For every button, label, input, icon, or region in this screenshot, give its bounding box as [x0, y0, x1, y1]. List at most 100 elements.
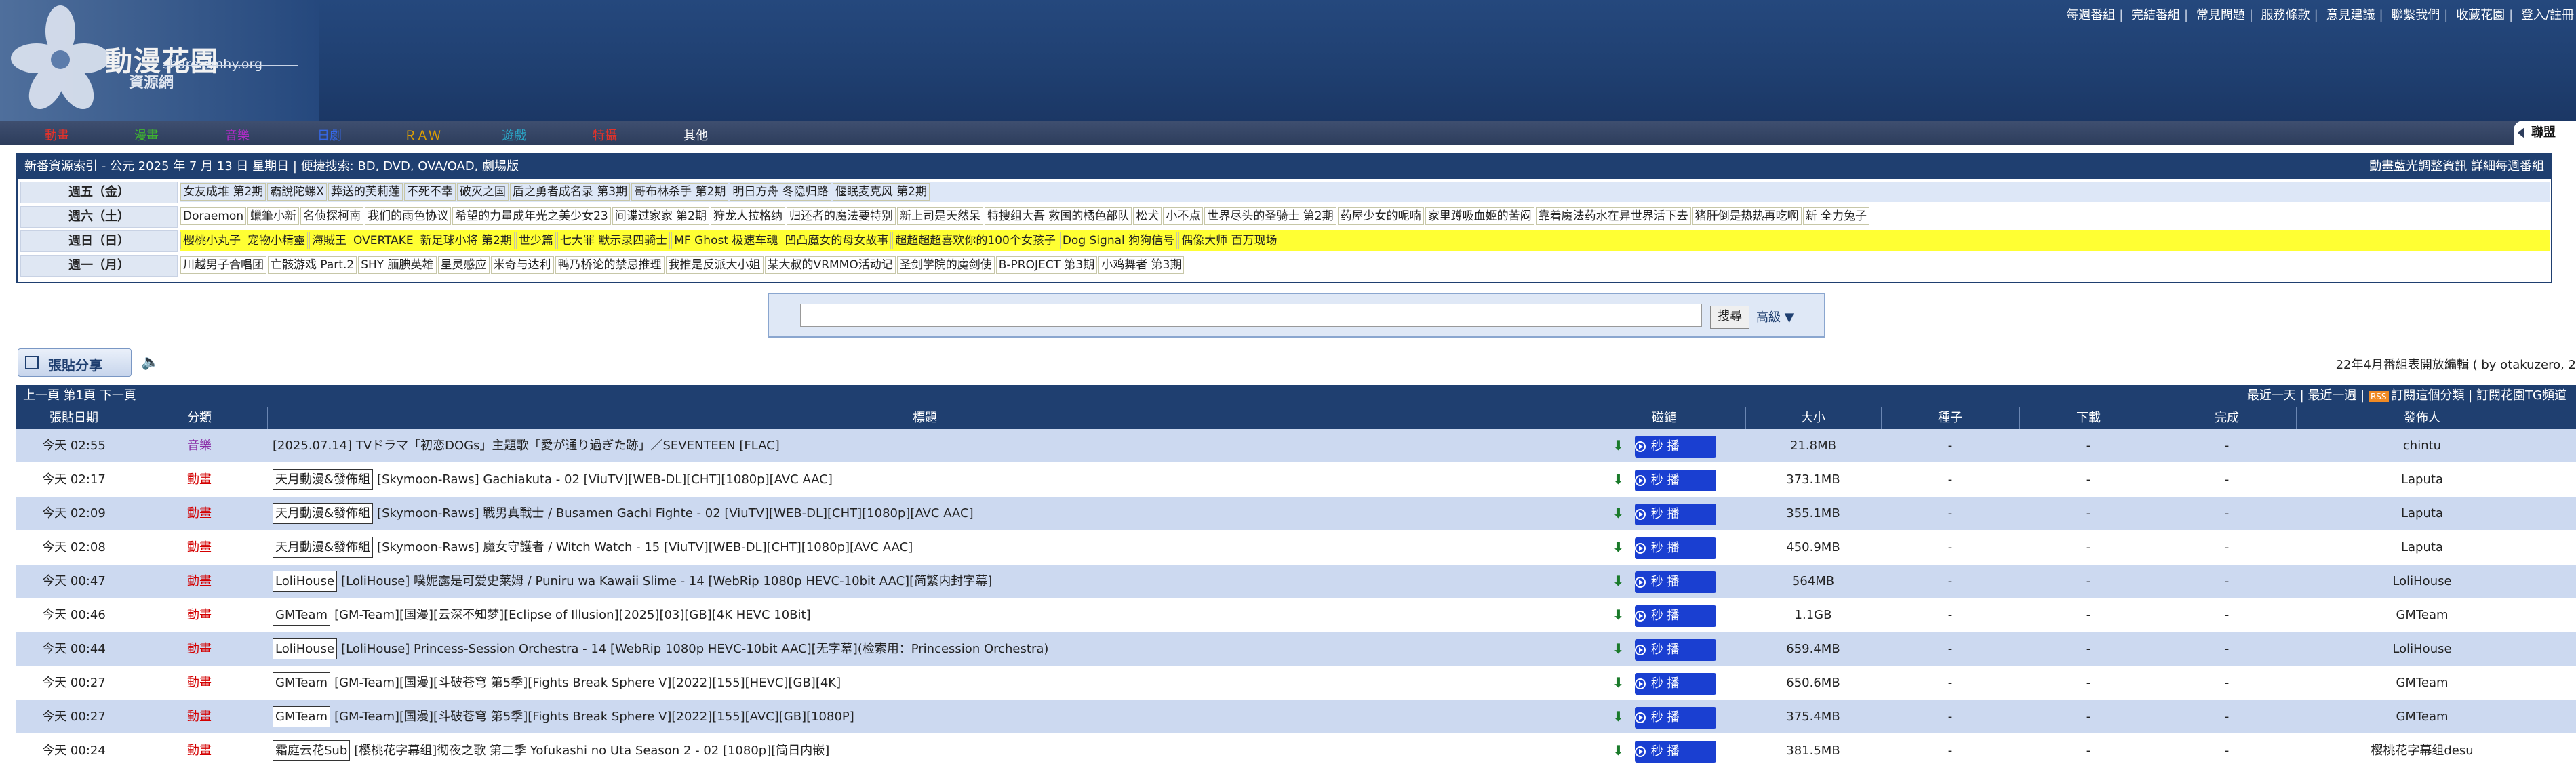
- team-tag[interactable]: GMTeam: [273, 706, 331, 727]
- category-link[interactable]: 動畫: [132, 598, 267, 632]
- magnet-download-icon[interactable]: ⬇: [1612, 742, 1624, 758]
- schedule-header-text[interactable]: 新番資源索引 - 公元 2025 年 7 月 13 日 星期日 | 便捷搜索: …: [24, 159, 519, 174]
- schedule-item[interactable]: 海賊王: [309, 232, 349, 249]
- title-link[interactable]: [2025.07.14] TVドラマ「初恋DOGs」主題歌「愛が通り過ぎた跡」／…: [273, 439, 780, 453]
- category-link[interactable]: 動畫: [132, 531, 267, 564]
- instant-play-button[interactable]: 秒 播: [1634, 707, 1716, 729]
- team-tag[interactable]: GMTeam: [273, 672, 331, 693]
- schedule-item[interactable]: 盾之勇者成名录 第3期: [509, 183, 631, 201]
- col-category[interactable]: 分類: [132, 407, 268, 429]
- publisher-link[interactable]: Laputa: [2296, 497, 2548, 530]
- schedule-item[interactable]: SHY 腼腆英雄: [358, 256, 437, 274]
- publisher-link[interactable]: GMTeam: [2296, 700, 2548, 733]
- pager-links[interactable]: 上一頁 第1頁 下一頁: [23, 388, 136, 403]
- title-link[interactable]: [Skymoon-Raws] Gachiakuta - 02 [ViuTV][W…: [377, 472, 833, 487]
- search-input[interactable]: [800, 304, 1702, 327]
- magnet-download-icon[interactable]: ⬇: [1612, 471, 1624, 487]
- title-link[interactable]: [Skymoon-Raws] 魔女守護者 / Witch Watch - 15 …: [377, 540, 913, 554]
- schedule-item[interactable]: 希望的力量成年光之美少女23: [452, 207, 611, 225]
- schedule-item[interactable]: 新足球小将 第2期: [417, 232, 515, 249]
- publisher-link[interactable]: 樱桃花字幕组desu: [2296, 734, 2548, 767]
- publisher-link[interactable]: GMTeam: [2296, 666, 2548, 699]
- schedule-item[interactable]: 药屋少女的呢喃: [1337, 207, 1424, 225]
- magnet-download-icon[interactable]: ⬇: [1612, 505, 1624, 521]
- toplink-bookmark[interactable]: 收藏花園: [2454, 8, 2507, 22]
- schedule-item[interactable]: 松犬: [1133, 207, 1162, 225]
- nav-music[interactable]: 音樂: [225, 126, 250, 144]
- category-link[interactable]: 動畫: [132, 700, 267, 733]
- schedule-item[interactable]: 世界尽头的圣骑士 第2期: [1204, 207, 1336, 225]
- schedule-item[interactable]: 樱桃小丸子: [180, 232, 243, 249]
- schedule-item[interactable]: Dog Signal 狗狗信号: [1059, 232, 1178, 249]
- team-tag[interactable]: 天月動漫&發佈組: [273, 503, 374, 524]
- instant-play-button[interactable]: 秒 播: [1634, 605, 1716, 627]
- title-link[interactable]: [GM-Team][国漫][云深不知梦][Eclipse of Illusion…: [334, 608, 811, 622]
- team-tag[interactable]: 天月動漫&發佈組: [273, 469, 374, 490]
- nav-other[interactable]: 其他: [683, 126, 708, 144]
- instant-play-button[interactable]: 秒 播: [1634, 470, 1716, 491]
- schedule-item[interactable]: 女友成堆 第2期: [180, 183, 266, 201]
- logo[interactable]: 動漫花園 share.dmhy.org 資源網: [0, 0, 319, 121]
- publisher-link[interactable]: LoliHouse: [2296, 632, 2548, 666]
- schedule-item[interactable]: 川越男子合唱团: [180, 256, 266, 274]
- schedule-item[interactable]: 家里蹲吸血姬的苦闷: [1425, 207, 1534, 225]
- category-link[interactable]: 動畫: [132, 734, 267, 767]
- schedule-item[interactable]: OVERTAKE: [351, 232, 416, 249]
- magnet-download-icon[interactable]: ⬇: [1612, 437, 1624, 453]
- toplink-login[interactable]: 登入/註冊: [2519, 8, 2576, 22]
- schedule-item[interactable]: 七大罪 默示录四骑士: [557, 232, 671, 249]
- col-seeds[interactable]: 種子: [1881, 407, 2020, 429]
- subscribe-category[interactable]: 訂閱這個分類: [2392, 388, 2465, 403]
- schedule-item[interactable]: 超超超超喜欢你的100个女孩子: [892, 232, 1058, 249]
- title-link[interactable]: [GM-Team][国漫][斗破苍穹 第5季][Fights Break Sph…: [334, 710, 854, 724]
- publisher-link[interactable]: chintu: [2296, 429, 2548, 462]
- editor-note[interactable]: 22年4月番組表開放編輯 ( by otakuzero, 2: [2336, 355, 2576, 373]
- instant-play-button[interactable]: 秒 播: [1634, 639, 1716, 661]
- category-link[interactable]: 動畫: [132, 666, 267, 699]
- schedule-item[interactable]: 新上司是天然呆: [896, 207, 983, 225]
- schedule-item[interactable]: 蠟筆小新: [247, 207, 300, 225]
- category-link[interactable]: 動畫: [132, 497, 267, 530]
- title-link[interactable]: [Skymoon-Raws] 戰男真戰士 / Busamen Gachi Fig…: [377, 506, 974, 521]
- instant-play-button[interactable]: 秒 播: [1634, 504, 1716, 525]
- schedule-item[interactable]: 凹凸魔女的母女故事: [782, 232, 892, 249]
- speaker-icon[interactable]: 🔈: [141, 354, 159, 371]
- team-tag[interactable]: 天月動漫&發佈組: [273, 537, 374, 558]
- col-title[interactable]: 標題: [267, 407, 1583, 429]
- instant-play-button[interactable]: 秒 播: [1634, 537, 1716, 559]
- team-tag[interactable]: LoliHouse: [273, 638, 338, 659]
- schedule-item[interactable]: 偶像大师 百万现场: [1178, 232, 1280, 249]
- col-publisher[interactable]: 發佈人: [2296, 407, 2548, 429]
- magnet-download-icon[interactable]: ⬇: [1612, 674, 1624, 691]
- schedule-item[interactable]: 靠着魔法药水在异世界活下去: [1535, 207, 1691, 225]
- category-link[interactable]: 動畫: [132, 463, 267, 496]
- team-tag[interactable]: GMTeam: [273, 605, 331, 626]
- search-button[interactable]: 搜尋: [1710, 306, 1749, 329]
- toplink-contact[interactable]: 聯繫我們: [2389, 8, 2442, 22]
- nav-anime[interactable]: 動畫: [45, 126, 69, 144]
- schedule-item[interactable]: 哥布林杀手 第2期: [631, 183, 729, 201]
- schedule-item[interactable]: 小鸡舞者 第3期: [1098, 256, 1185, 274]
- team-tag[interactable]: LoliHouse: [273, 571, 338, 592]
- col-magnet[interactable]: 磁鏈: [1583, 407, 1746, 429]
- magnet-download-icon[interactable]: ⬇: [1612, 607, 1624, 623]
- schedule-item[interactable]: 宠物小精靈: [245, 232, 308, 249]
- toplink-weekly[interactable]: 每週番組: [2064, 8, 2117, 22]
- schedule-item[interactable]: 星灵感应: [437, 256, 490, 274]
- schedule-item[interactable]: 圣剑学院的魔剑使: [896, 256, 995, 274]
- toplink-completed[interactable]: 完結番組: [2129, 8, 2182, 22]
- col-size[interactable]: 大小: [1745, 407, 1882, 429]
- schedule-item[interactable]: B-PROJECT 第3期: [995, 256, 1098, 274]
- magnet-download-icon[interactable]: ⬇: [1612, 708, 1624, 725]
- schedule-item[interactable]: 新 全力兔子: [1802, 207, 1870, 225]
- schedule-item[interactable]: 归还者的魔法要特别: [786, 207, 896, 225]
- subscribe-tg[interactable]: 訂閱花園TG頻道: [2476, 388, 2567, 403]
- schedule-item[interactable]: 名侦探柯南: [300, 207, 364, 225]
- schedule-item[interactable]: 明日方舟 冬隐归路: [730, 183, 831, 201]
- publisher-link[interactable]: GMTeam: [2296, 598, 2548, 632]
- magnet-download-icon[interactable]: ⬇: [1612, 539, 1624, 555]
- schedule-header-links[interactable]: 動畫藍光調整資訊 詳細每週番組: [2369, 155, 2544, 179]
- schedule-item[interactable]: 偃眠麦克风 第2期: [832, 183, 930, 201]
- instant-play-button[interactable]: 秒 播: [1634, 571, 1716, 593]
- filter-last-day[interactable]: 最近一天: [2247, 388, 2296, 403]
